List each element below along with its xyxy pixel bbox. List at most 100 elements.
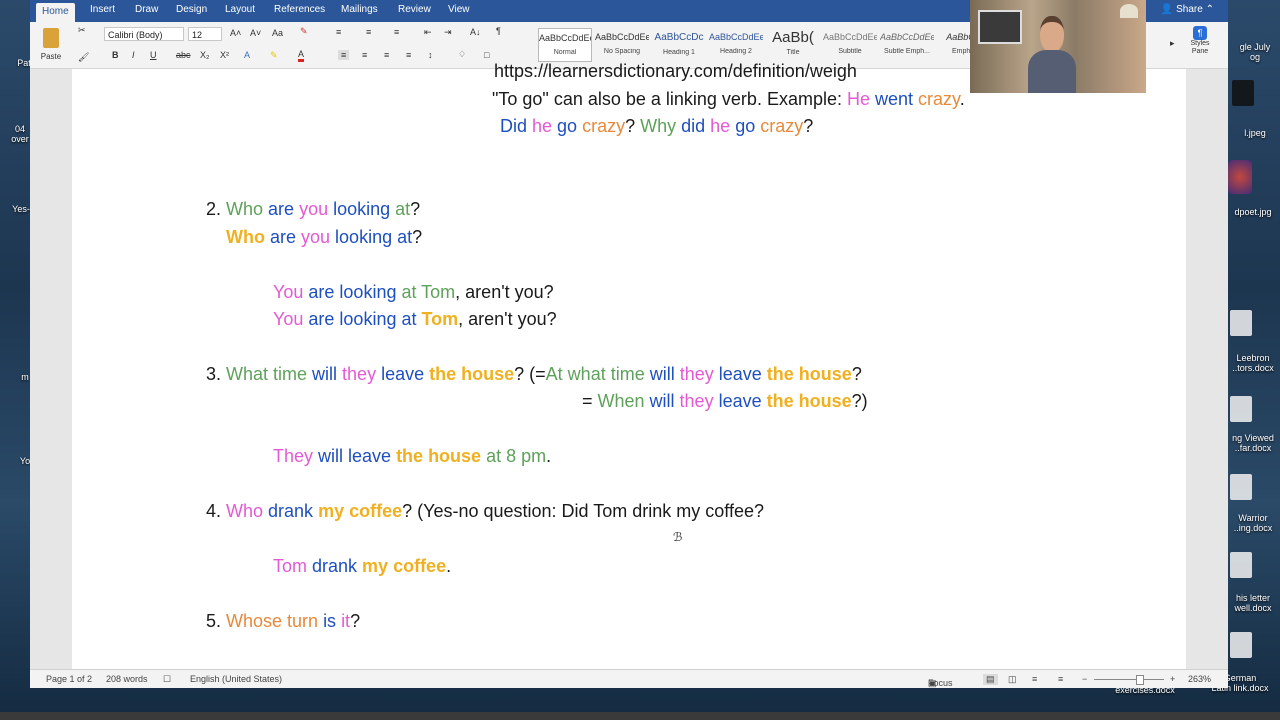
tab-review[interactable]: Review bbox=[398, 4, 431, 15]
document-page[interactable]: https://learnersdictionary.com/definitio… bbox=[72, 61, 1186, 669]
text-run: Who bbox=[226, 227, 270, 247]
web-layout-icon[interactable]: ◫ bbox=[1008, 674, 1017, 685]
chevron-up-icon: ⌃ bbox=[1205, 4, 1214, 15]
numbering-icon[interactable]: ≡ bbox=[366, 27, 371, 37]
text-run: , aren't you? bbox=[455, 282, 554, 302]
clear-formatting-icon[interactable]: ✎ bbox=[300, 26, 308, 37]
tab-design[interactable]: Design bbox=[176, 4, 207, 15]
document-icon[interactable] bbox=[1230, 396, 1252, 422]
document-icon[interactable] bbox=[1230, 632, 1252, 658]
superscript-icon[interactable]: X² bbox=[220, 50, 229, 60]
print-layout-icon[interactable]: ▤ bbox=[983, 674, 998, 685]
tab-layout[interactable]: Layout bbox=[225, 4, 255, 15]
style-heading-2[interactable]: AaBbCcDdEe Heading 2 bbox=[709, 28, 763, 62]
styles-scroll-right-icon[interactable]: ▸ bbox=[1170, 38, 1175, 49]
proofing-icon[interactable]: ☐ bbox=[163, 674, 171, 685]
doc-line: You are looking at Tom, aren't you? bbox=[273, 282, 554, 303]
desktop-label[interactable]: Warrior ..ing.docx bbox=[1226, 513, 1280, 533]
zoom-slider[interactable] bbox=[1094, 679, 1164, 680]
tab-insert[interactable]: Insert bbox=[90, 4, 115, 15]
text-run: leave bbox=[381, 364, 430, 384]
text-run: you bbox=[301, 227, 336, 247]
style-subtitle[interactable]: AaBbCcDdEe Subtitle bbox=[823, 28, 877, 62]
underline-icon[interactable]: U bbox=[150, 50, 157, 60]
document-icon[interactable] bbox=[1230, 310, 1252, 336]
text-run: crazy bbox=[918, 89, 960, 109]
grow-font-icon[interactable]: A˄ bbox=[230, 28, 241, 38]
align-right-icon[interactable]: ≡ bbox=[384, 50, 389, 60]
justify-icon[interactable]: ≡ bbox=[406, 50, 411, 60]
font-name-select[interactable]: Calibri (Body) bbox=[104, 27, 184, 41]
text-run: looking bbox=[335, 227, 398, 247]
presenter-body bbox=[1028, 50, 1076, 93]
text-run: ? bbox=[412, 227, 423, 247]
format-painter-icon[interactable]: 🖌 bbox=[78, 52, 89, 63]
italic-icon[interactable]: I bbox=[132, 50, 135, 60]
tab-view[interactable]: View bbox=[448, 4, 470, 15]
zoom-slider-thumb[interactable] bbox=[1136, 675, 1144, 685]
style-heading-1[interactable]: AaBbCcDc Heading 1 bbox=[652, 28, 706, 62]
desktop-label[interactable]: his letter well.docx bbox=[1226, 593, 1280, 613]
font-color-icon[interactable]: A bbox=[298, 49, 305, 62]
text-run: the house bbox=[396, 446, 487, 466]
text-run: my coffee bbox=[362, 556, 447, 576]
desktop-label[interactable]: gle July og bbox=[1230, 42, 1280, 62]
style-name: Subtle Emph... bbox=[884, 48, 930, 55]
tab-home[interactable]: Home bbox=[36, 3, 75, 22]
paste-button[interactable]: Paste bbox=[36, 26, 66, 64]
zoom-level[interactable]: 263% bbox=[1188, 674, 1211, 684]
desktop-label[interactable]: ng Viewed ..far.docx bbox=[1226, 433, 1280, 453]
url-line: https://learnersdictionary.com/definitio… bbox=[494, 61, 857, 81]
tab-mailings[interactable]: Mailings bbox=[341, 4, 378, 15]
align-left-icon[interactable]: ≡ bbox=[338, 50, 350, 60]
multilevel-list-icon[interactable]: ≡ bbox=[394, 27, 399, 37]
cut-icon[interactable]: ✂ bbox=[78, 25, 86, 36]
document-area[interactable]: https://learnersdictionary.com/definitio… bbox=[30, 61, 1228, 669]
text-run: is bbox=[323, 611, 342, 631]
font-size-select[interactable]: 12 bbox=[188, 27, 222, 41]
style-no-spacing[interactable]: AaBbCcDdEe No Spacing bbox=[595, 28, 649, 62]
language[interactable]: English (United States) bbox=[190, 674, 282, 684]
draft-view-icon[interactable]: ≡ bbox=[1058, 674, 1063, 684]
decrease-indent-icon[interactable]: ⇤ bbox=[424, 27, 432, 38]
text-run: ? bbox=[410, 199, 421, 219]
tab-references[interactable]: References bbox=[274, 4, 325, 15]
file-icon[interactable] bbox=[1232, 80, 1254, 106]
shading-icon[interactable]: ♢ bbox=[458, 49, 466, 60]
text-run: Whose turn bbox=[226, 611, 324, 631]
share-button[interactable]: 👤 Share ⌃ bbox=[1161, 4, 1214, 15]
document-icon[interactable] bbox=[1230, 552, 1252, 578]
desktop-label[interactable]: Yes- bbox=[10, 204, 32, 214]
line-spacing-icon[interactable]: ↕ bbox=[428, 50, 433, 60]
desktop-label[interactable]: m bbox=[20, 372, 30, 382]
borders-icon[interactable]: □ bbox=[484, 50, 489, 60]
style-normal[interactable]: AaBbCcDdEe Normal bbox=[538, 28, 592, 62]
increase-indent-icon[interactable]: ⇥ bbox=[444, 27, 452, 38]
highlight-icon[interactable]: ✎ bbox=[270, 50, 278, 61]
desktop-label[interactable]: Leebron ..tors.docx bbox=[1226, 353, 1280, 373]
style-title[interactable]: AaBb(Title bbox=[766, 28, 820, 62]
desktop-label[interactable]: dpoet.jpg bbox=[1226, 207, 1280, 217]
desktop-label[interactable]: 04 over bbox=[8, 124, 32, 144]
sort-icon[interactable]: A↓ bbox=[470, 27, 481, 37]
page-count[interactable]: Page 1 of 2 bbox=[46, 674, 92, 684]
shrink-font-icon[interactable]: A˅ bbox=[250, 28, 261, 38]
outline-view-icon[interactable]: ≡ bbox=[1032, 674, 1037, 684]
tab-draw[interactable]: Draw bbox=[135, 4, 158, 15]
align-center-icon[interactable]: ≡ bbox=[362, 50, 367, 60]
word-count[interactable]: 208 words bbox=[106, 674, 148, 684]
text-effects-icon[interactable]: A bbox=[244, 50, 250, 60]
bold-icon[interactable]: B bbox=[112, 50, 119, 60]
change-case-icon[interactable]: Aa bbox=[272, 28, 283, 38]
subscript-icon[interactable]: X₂ bbox=[200, 50, 210, 60]
bullets-icon[interactable]: ≡ bbox=[336, 27, 341, 37]
image-file-icon[interactable] bbox=[1228, 160, 1252, 194]
styles-pane-button[interactable]: ¶ Styles Pane bbox=[1182, 26, 1218, 56]
strikethrough-icon[interactable]: abc bbox=[176, 50, 191, 60]
zoom-out-icon[interactable]: − bbox=[1082, 674, 1087, 684]
desktop-label[interactable]: l.jpeg bbox=[1230, 128, 1280, 138]
style-subtle-emphasis[interactable]: AaBbCcDdEe Subtle Emph... bbox=[880, 28, 934, 62]
document-icon[interactable] bbox=[1230, 474, 1252, 500]
show-formatting-icon[interactable]: ¶ bbox=[496, 26, 501, 36]
zoom-in-icon[interactable]: + bbox=[1170, 674, 1175, 684]
